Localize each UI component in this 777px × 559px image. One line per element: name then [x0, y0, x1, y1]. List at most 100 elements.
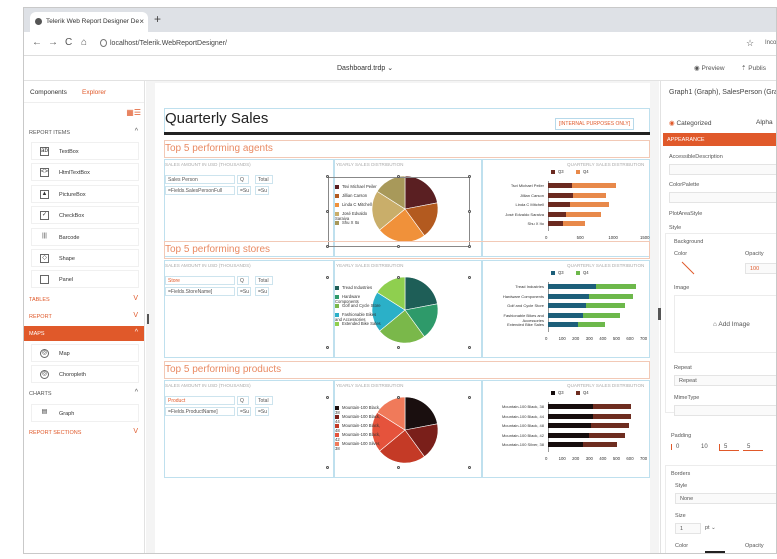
item-checkbox[interactable]: ✓ CheckBox	[31, 206, 139, 224]
document-name-dropdown[interactable]: Dashboard.trdp ⌄	[337, 64, 393, 72]
bar-q3[interactable]	[548, 322, 578, 327]
section-heading[interactable]: Top 5 performing agents	[165, 143, 273, 154]
table-header-cell[interactable]: Q	[237, 396, 249, 405]
bar-q3[interactable]	[548, 192, 574, 198]
bar-q3[interactable]	[548, 284, 596, 289]
size-unit-select[interactable]: pt ⌄	[705, 525, 716, 531]
internal-purposes-label[interactable]: [INTERNAL PURPOSES ONLY]	[555, 118, 635, 130]
publish-button[interactable]: ⇡ Publis	[741, 64, 766, 72]
bar-q3[interactable]	[548, 404, 593, 409]
grid-view-icon[interactable]: ▦☰	[126, 108, 141, 117]
alphabetical-option[interactable]: Alpha	[756, 119, 773, 126]
bar-q3[interactable]	[548, 293, 589, 299]
report-title[interactable]: Quarterly Sales	[165, 110, 268, 127]
panel-resize-handle[interactable]	[658, 308, 661, 320]
item-panel[interactable]: Panel	[31, 270, 139, 288]
bar-q3[interactable]	[548, 442, 584, 447]
bar-q4[interactable]	[586, 303, 626, 308]
resize-handle[interactable]	[326, 346, 329, 349]
resize-handle[interactable]	[468, 466, 471, 469]
bar-q3[interactable]	[548, 423, 592, 428]
item-picturebox[interactable]: ▲ PictureBox	[31, 185, 139, 203]
table-header-cell[interactable]: Total	[255, 396, 273, 405]
appearance-group[interactable]: APPEARANCE	[663, 133, 776, 146]
bar-q4[interactable]	[583, 312, 620, 318]
reload-icon[interactable]: C	[65, 37, 72, 49]
resize-handle[interactable]	[468, 210, 471, 213]
table-field-cell[interactable]: =Su	[237, 287, 251, 296]
resize-handle[interactable]	[468, 396, 471, 399]
new-tab-button[interactable]: +	[154, 13, 161, 25]
bar-q4[interactable]	[592, 413, 631, 419]
bar-q4[interactable]	[588, 293, 634, 299]
prop-accessible-input[interactable]	[669, 164, 776, 175]
section-maps[interactable]: MAPS ^	[24, 326, 144, 341]
tab-explorer[interactable]: Explorer	[82, 89, 106, 96]
close-tab-icon[interactable]: ×	[139, 17, 144, 26]
report-page[interactable]: Quarterly Sales [INTERNAL PURPOSES ONLY]…	[155, 83, 650, 553]
bar-q4[interactable]	[577, 322, 605, 327]
section-report-sections[interactable]: REPORT SECTIONS v	[24, 425, 144, 440]
resize-handle[interactable]	[326, 175, 329, 178]
padding-bottom-input[interactable]: 5	[743, 444, 763, 451]
bar-q3[interactable]	[548, 413, 593, 419]
item-choropleth[interactable]: ◎ Choropleth	[31, 365, 139, 383]
bar-q3[interactable]	[548, 202, 571, 207]
table-header-cell[interactable]: Q	[237, 175, 249, 184]
section-charts[interactable]: CHARTS ^	[24, 386, 144, 401]
categorized-option[interactable]: ◉ Categorized	[669, 119, 712, 127]
table-header-cell[interactable]: Sales Person	[165, 175, 235, 184]
bar-q4[interactable]	[573, 192, 607, 198]
browser-tab[interactable]: Telerik Web Report Designer De ×	[30, 12, 148, 32]
item-map[interactable]: ◎ Map	[31, 344, 139, 362]
add-image-button[interactable]: ⌂ Add Image	[713, 321, 750, 328]
padding-left-input[interactable]: 0	[671, 444, 691, 450]
resize-handle[interactable]	[397, 396, 400, 399]
table-field-cell[interactable]: =Su	[255, 407, 269, 416]
bar-q3[interactable]	[548, 221, 563, 226]
mimetype-input[interactable]	[674, 405, 776, 416]
resize-handle[interactable]	[326, 210, 329, 213]
resize-handle[interactable]	[397, 346, 400, 349]
item-shape[interactable]: ◇ Shape	[31, 249, 139, 267]
bar-q4[interactable]	[592, 404, 631, 409]
bar-q4[interactable]	[588, 432, 626, 438]
table-header-cell[interactable]: Q	[237, 276, 249, 285]
section-heading[interactable]: Top 5 performing products	[165, 364, 281, 375]
image-drop-area[interactable]: ⌂ Add Image	[674, 295, 776, 353]
section-tables[interactable]: TABLES v	[24, 292, 144, 307]
border-color-swatch[interactable]	[705, 551, 725, 553]
bar-q3[interactable]	[548, 312, 584, 318]
table-field-cell[interactable]: =Su	[255, 287, 269, 296]
resize-handle[interactable]	[468, 175, 471, 178]
resize-handle[interactable]	[397, 175, 400, 178]
bar-q4[interactable]	[583, 442, 618, 447]
padding-right-input[interactable]: 5	[719, 444, 739, 451]
resize-handle[interactable]	[326, 276, 329, 279]
tab-components[interactable]: Components	[30, 89, 67, 96]
table-field-cell[interactable]: =Fields.SalesPersonFull	[165, 186, 235, 195]
bar-q4[interactable]	[591, 423, 630, 428]
color-swatch-none[interactable]	[681, 261, 731, 275]
bar-q4[interactable]	[562, 221, 585, 226]
bar-q4[interactable]	[572, 183, 617, 188]
table-header-cell[interactable]: Store	[165, 276, 235, 285]
table-field-cell[interactable]: =Su	[237, 407, 251, 416]
forward-icon[interactable]: →	[48, 37, 58, 49]
bar-q4[interactable]	[570, 202, 609, 207]
table-header-cell[interactable]: Total	[255, 276, 273, 285]
bar-q3[interactable]	[548, 303, 586, 308]
table-field-cell[interactable]: =Su	[255, 186, 269, 195]
section-report[interactable]: REPORT v	[24, 309, 144, 324]
preview-button[interactable]: ◉ Preview	[694, 64, 725, 72]
table-field-cell[interactable]: =Su	[237, 186, 251, 195]
section-report-items[interactable]: REPORT ITEMS ^	[24, 125, 144, 140]
table-field-cell[interactable]: =Fields.ProductName]	[165, 407, 235, 416]
item-graph[interactable]: ▤ Graph	[31, 404, 139, 422]
resize-handle[interactable]	[326, 396, 329, 399]
table-header-cell[interactable]: Total	[255, 175, 273, 184]
home-icon[interactable]: ⌂	[81, 37, 87, 49]
resize-handle[interactable]	[468, 276, 471, 279]
resize-handle[interactable]	[468, 346, 471, 349]
resize-handle[interactable]	[397, 466, 400, 469]
